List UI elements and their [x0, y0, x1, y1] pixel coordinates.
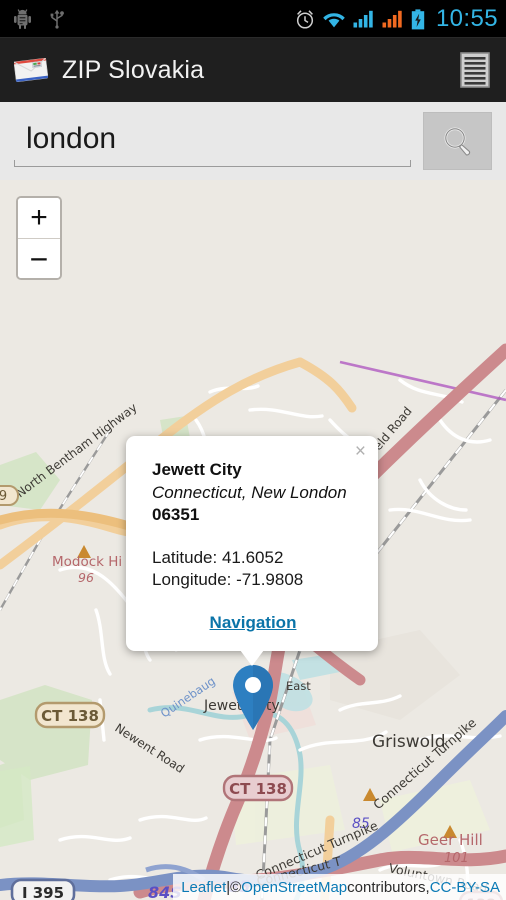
- app-title: ZIP Slovakia: [62, 55, 205, 84]
- svg-text:CT 138: CT 138: [229, 780, 287, 798]
- popup-spacer: [152, 525, 354, 547]
- popup-city: Jewett City: [152, 460, 242, 479]
- openstreetmap-link[interactable]: OpenStreetMap: [241, 879, 347, 896]
- zoom-out-button[interactable]: −: [18, 238, 60, 278]
- battery-charging-icon: [411, 8, 425, 29]
- attrib-copyright: ©: [230, 878, 242, 896]
- map-attribution: Leaflet | © OpenStreetMap contributors, …: [173, 874, 506, 900]
- search-input-underline: [14, 160, 411, 167]
- svg-text:9: 9: [0, 489, 7, 504]
- location-popup: × Jewett City Connecticut, New London 06…: [126, 436, 378, 666]
- popup-zip: 06351: [152, 505, 200, 524]
- status-bar: 10:55: [0, 0, 506, 38]
- usb-icon: [50, 9, 64, 29]
- map-shield-i395: I 395: [10, 878, 76, 900]
- wifi-icon: [323, 13, 345, 28]
- map-label-geer-num: 101: [444, 851, 469, 866]
- search-icon: [444, 127, 470, 156]
- map-label-modock-num: 96: [78, 570, 94, 585]
- map-label-modock: Modock Hi: [52, 554, 122, 570]
- action-bar: ZIP Slovakia: [0, 38, 506, 102]
- search-bar: [0, 102, 506, 180]
- map-label-geer-hill: Geer Hill: [418, 831, 483, 849]
- popup-tip: [240, 649, 264, 666]
- popup-region: Connecticut, New London: [152, 483, 347, 502]
- attrib-contributors: contributors,: [347, 878, 430, 896]
- map-label-east: East: [286, 679, 311, 693]
- navigation-link[interactable]: Navigation: [210, 613, 297, 632]
- popup-navigation-wrap: Navigation: [152, 613, 354, 633]
- popup-longitude: Longitude: -71.9808: [152, 569, 304, 589]
- zoom-in-button[interactable]: +: [18, 198, 60, 238]
- app-root: 10:55 ZIP Slovakia london North Bentham …: [0, 0, 506, 900]
- zoom-control: + −: [16, 196, 62, 280]
- leaflet-link[interactable]: Leaflet: [181, 879, 226, 896]
- map-shield-ct138-west: CT 138: [34, 701, 106, 729]
- status-clock: 10:55: [435, 5, 498, 32]
- android-debug-icon: [14, 9, 31, 29]
- menu-button[interactable]: [458, 50, 492, 90]
- map-canvas[interactable]: North Bentham Highway 9 Modock Hi 96 fie…: [0, 180, 506, 900]
- alarm-icon: [296, 9, 313, 29]
- status-bar-right: 10:55: [295, 5, 498, 33]
- svg-text:CT 138: CT 138: [41, 707, 99, 725]
- search-input-wrap: [14, 115, 411, 167]
- list-menu-icon: [460, 52, 490, 88]
- svg-text:I 395: I 395: [22, 884, 64, 900]
- search-button[interactable]: [423, 112, 492, 170]
- popup-latitude: Latitude: 41.6052: [152, 548, 284, 567]
- signal-sim1-icon: [353, 10, 373, 28]
- location-marker[interactable]: [229, 663, 277, 731]
- map-shield-ct138-center: CT 138: [222, 774, 294, 802]
- signal-sim2-icon: [382, 10, 402, 28]
- popup-close-button[interactable]: ×: [355, 442, 366, 461]
- airmail-envelope-icon: [14, 58, 48, 82]
- map-shield-9: 9: [0, 485, 19, 506]
- license-link[interactable]: CC-BY-SA: [430, 879, 500, 896]
- status-bar-left: [14, 9, 65, 29]
